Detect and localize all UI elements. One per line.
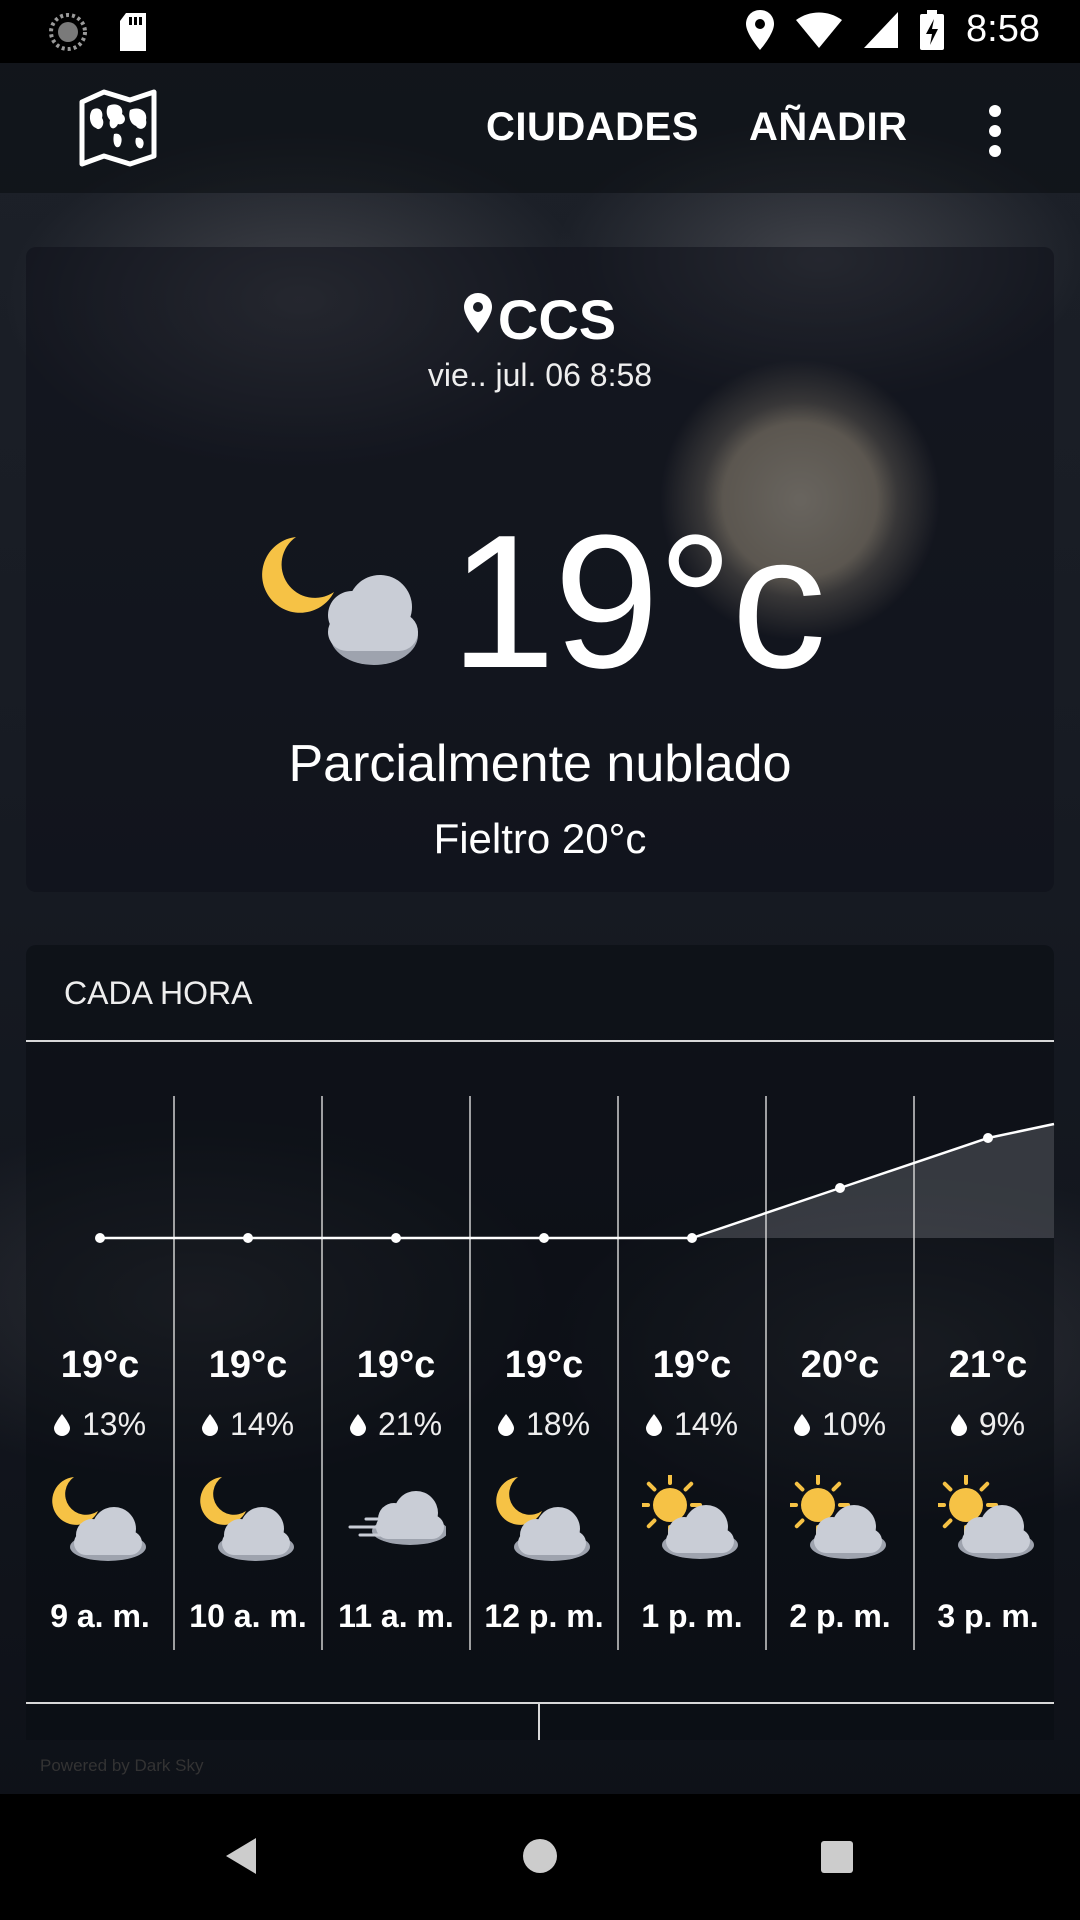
hour-temperature: 21°c xyxy=(948,1344,1028,1386)
hour-icon-wrapper xyxy=(766,1475,914,1565)
temperature-point xyxy=(391,1233,401,1243)
bottom-split-divider xyxy=(538,1702,540,1740)
raindrop-icon xyxy=(349,1414,366,1436)
raindrop-icon xyxy=(950,1414,967,1436)
hour-temperature: 19°c xyxy=(652,1344,732,1386)
partly-cloudy-day-icon xyxy=(642,1475,738,1559)
raindrop-icon xyxy=(645,1414,662,1436)
hour-precipitation: 18% xyxy=(470,1406,618,1443)
hour-icon-wrapper xyxy=(322,1475,470,1565)
hour-icon-wrapper xyxy=(618,1475,766,1565)
hour-time: 11 a. m. xyxy=(338,1598,454,1634)
temperature-point xyxy=(835,1183,845,1193)
partly-cloudy-night-icon xyxy=(52,1477,146,1561)
hour-precipitation: 14% xyxy=(174,1406,322,1443)
raindrop-icon xyxy=(497,1414,514,1436)
hour-precipitation: 13% xyxy=(26,1406,174,1443)
raindrop-icon xyxy=(793,1414,810,1436)
precip-value: 13% xyxy=(81,1406,147,1442)
hour-temperature: 19°c xyxy=(60,1344,140,1386)
hour-icon-wrapper xyxy=(26,1475,174,1565)
hour-icon-wrapper xyxy=(174,1475,322,1565)
precip-value: 10% xyxy=(821,1406,887,1442)
hour-precipitation: 21% xyxy=(322,1406,470,1443)
hour-temperature: 19°c xyxy=(208,1344,288,1386)
hour-time: 1 p. m. xyxy=(641,1598,743,1634)
hour-precipitation: 10% xyxy=(766,1406,914,1443)
temperature-point xyxy=(95,1233,105,1243)
powered-by-text: Powered by Dark Sky xyxy=(40,1756,204,1775)
precip-value: 9% xyxy=(978,1406,1026,1442)
partly-cloudy-day-icon xyxy=(938,1475,1034,1559)
navigation-bar xyxy=(0,1794,1080,1920)
hour-time: 3 p. m. xyxy=(937,1598,1039,1634)
precip-value: 14% xyxy=(229,1406,295,1442)
hour-temperature: 19°c xyxy=(504,1344,584,1386)
hour-temperature: 20°c xyxy=(800,1344,880,1386)
hour-icon-wrapper xyxy=(470,1475,618,1565)
hour-icon-wrapper xyxy=(914,1475,1062,1565)
chart-area xyxy=(100,1124,1054,1238)
partly-cloudy-day-icon xyxy=(790,1475,886,1559)
hour-time: 12 p. m. xyxy=(484,1598,604,1634)
temperature-point xyxy=(243,1233,253,1243)
home-icon[interactable] xyxy=(522,1838,558,1874)
bottom-divider xyxy=(26,1702,1054,1704)
raindrop-icon xyxy=(53,1414,70,1436)
raindrop-icon xyxy=(201,1414,218,1436)
temperature-point xyxy=(687,1233,697,1243)
precip-value: 21% xyxy=(377,1406,443,1442)
temperature-point xyxy=(983,1133,993,1143)
recent-apps-icon[interactable] xyxy=(820,1840,854,1874)
hour-precipitation: 9% xyxy=(914,1406,1062,1443)
hour-precipitation: 14% xyxy=(618,1406,766,1443)
precip-value: 18% xyxy=(525,1406,591,1442)
temperature-point xyxy=(539,1233,549,1243)
partly-cloudy-night-icon xyxy=(200,1477,294,1561)
hour-time: 2 p. m. xyxy=(789,1598,891,1634)
precip-value: 14% xyxy=(673,1406,739,1442)
hour-time: 10 a. m. xyxy=(189,1598,307,1634)
back-icon[interactable] xyxy=(222,1836,258,1876)
hour-time: 9 a. m. xyxy=(50,1598,150,1634)
wind-cloud-icon xyxy=(348,1491,446,1545)
hour-temperature: 19°c xyxy=(356,1344,436,1386)
partly-cloudy-night-icon xyxy=(496,1477,590,1561)
